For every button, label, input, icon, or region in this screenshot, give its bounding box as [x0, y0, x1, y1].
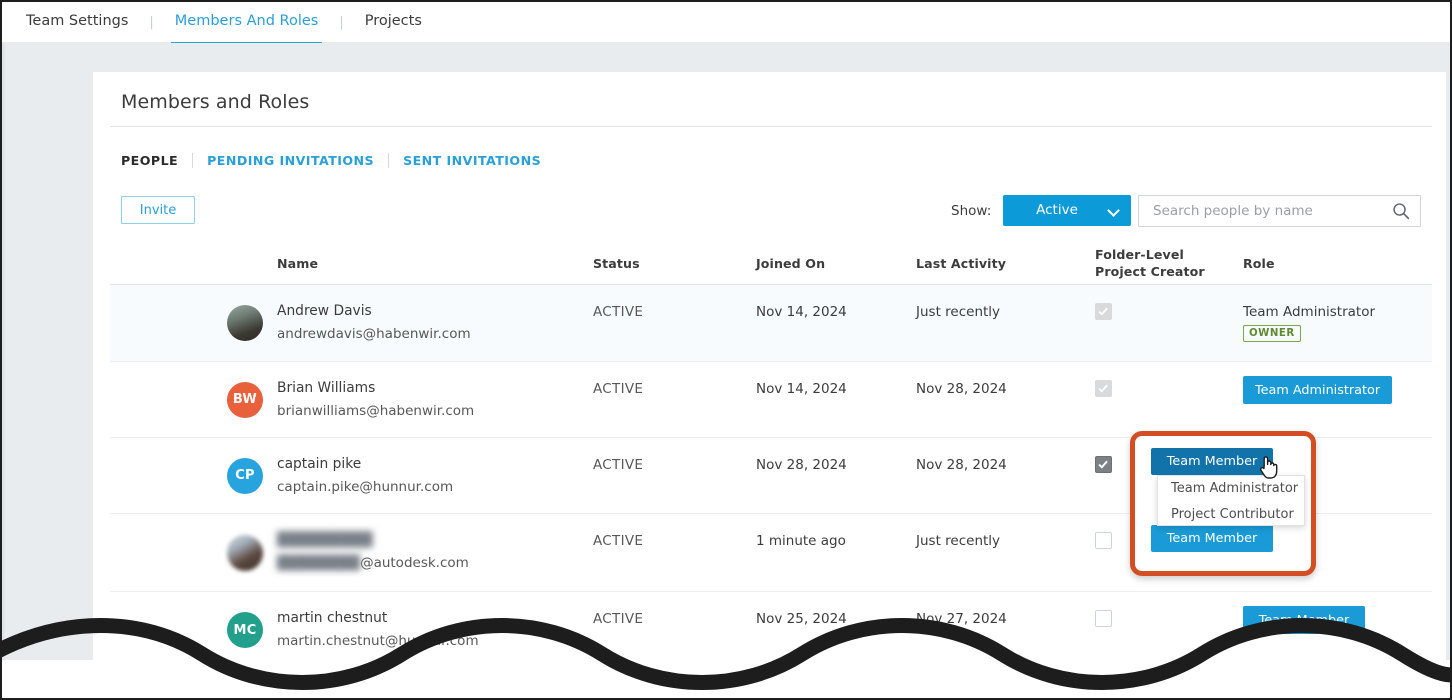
member-last-activity: Just recently	[916, 533, 1001, 549]
role-dropdown-button[interactable]: Team Administrator	[1243, 376, 1393, 404]
subtab-people[interactable]: PEOPLE	[121, 153, 178, 168]
subtab-pending-invitations[interactable]: PENDING INVITATIONS	[207, 153, 374, 168]
column-header-status: Status	[593, 256, 640, 271]
folder-creator-checkbox	[1095, 380, 1112, 397]
role-option-team-administrator[interactable]: Team Administrator	[1158, 476, 1304, 502]
member-status: ACTIVE	[593, 533, 644, 549]
column-header-last-activity: Last Activity	[916, 256, 1007, 271]
avatar	[227, 305, 263, 341]
subtab-separator	[192, 153, 194, 168]
member-last-activity: Just recently	[916, 304, 1001, 320]
left-rail	[2, 43, 5, 698]
search-input[interactable]	[1151, 196, 1381, 226]
tab-team-settings[interactable]: Team Settings	[22, 13, 132, 32]
role-dropdown-trigger[interactable]: Team Member	[1151, 448, 1273, 475]
folder-creator-checkbox[interactable]	[1095, 532, 1112, 549]
member-name: Brian Williams	[277, 380, 376, 396]
owner-badge: OWNER	[1243, 325, 1301, 342]
member-joined-on: Nov 28, 2024	[756, 457, 847, 473]
members-card: Members and Roles PEOPLE PENDING INVITAT…	[93, 72, 1446, 672]
tab-projects[interactable]: Projects	[361, 13, 426, 32]
tab-members-and-roles[interactable]: Members And Roles	[170, 13, 323, 45]
member-last-activity: Nov 28, 2024	[916, 457, 1007, 473]
member-name: captain pike	[277, 456, 362, 472]
role-option-project-contributor[interactable]: Project Contributor	[1158, 502, 1304, 528]
member-joined-on: 1 minute ago	[756, 533, 846, 549]
member-name: █████████	[277, 532, 373, 548]
search-box[interactable]	[1138, 195, 1421, 227]
member-role: Team Administrator	[1243, 304, 1376, 320]
column-header-name: Name	[277, 256, 319, 271]
subtab-separator	[388, 153, 390, 168]
member-status: ACTIVE	[593, 304, 644, 320]
page-title: Members and Roles	[121, 91, 310, 113]
torn-edge-decoration	[2, 618, 1450, 690]
member-email: brianwilliams@habenwir.com	[277, 403, 475, 419]
member-status: ACTIVE	[593, 457, 644, 473]
invite-button[interactable]: Invite	[121, 196, 195, 224]
sub-tabs: PEOPLE PENDING INVITATIONS SENT INVITATI…	[121, 153, 541, 168]
folder-creator-checkbox	[1095, 303, 1112, 320]
member-name: Andrew Davis	[277, 303, 372, 319]
member-email: ████████ @autodesk.com	[277, 555, 469, 571]
nav-separator: |	[339, 14, 344, 30]
subtab-sent-invitations[interactable]: SENT INVITATIONS	[403, 153, 541, 168]
role-dropdown-menu: Team Administrator Project Contributor	[1157, 475, 1305, 526]
screenshot-frame: Team Settings | Members And Roles | Proj…	[0, 0, 1452, 700]
member-email-redacted: ████████	[277, 555, 361, 571]
role-dropdown-button-behind[interactable]: Team Member	[1151, 525, 1273, 552]
avatar: CP	[227, 457, 263, 494]
folder-creator-checkbox[interactable]	[1095, 456, 1112, 473]
member-email: captain.pike@hunnur.com	[277, 479, 454, 495]
show-filter-dropdown[interactable]: Active	[1003, 195, 1131, 226]
title-divider	[110, 126, 1432, 127]
show-filter-label: Show:	[951, 203, 992, 219]
member-status: ACTIVE	[593, 381, 644, 397]
search-icon	[1393, 203, 1410, 220]
top-navigation: Team Settings | Members And Roles | Proj…	[2, 2, 1450, 45]
avatar	[227, 534, 263, 571]
member-joined-on: Nov 14, 2024	[756, 381, 847, 397]
column-header-folder-level-project-creator: Folder-Level Project Creator	[1095, 247, 1205, 279]
table-header-row: Name Status Joined On Last Activity Fold…	[110, 240, 1432, 285]
member-joined-on: Nov 14, 2024	[756, 304, 847, 320]
column-header-role: Role	[1243, 256, 1275, 271]
table-row[interactable]: BW Brian Williams brianwilliams@habenwir…	[110, 362, 1432, 438]
member-email: andrewdavis@habenwir.com	[277, 326, 471, 342]
column-header-joined-on: Joined On	[756, 256, 826, 271]
member-last-activity: Nov 28, 2024	[916, 381, 1007, 397]
table-row[interactable]: Andrew Davis andrewdavis@habenwir.com AC…	[110, 285, 1432, 362]
member-email-domain: @autodesk.com	[360, 555, 469, 571]
nav-separator: |	[149, 14, 154, 30]
avatar: BW	[227, 381, 263, 418]
